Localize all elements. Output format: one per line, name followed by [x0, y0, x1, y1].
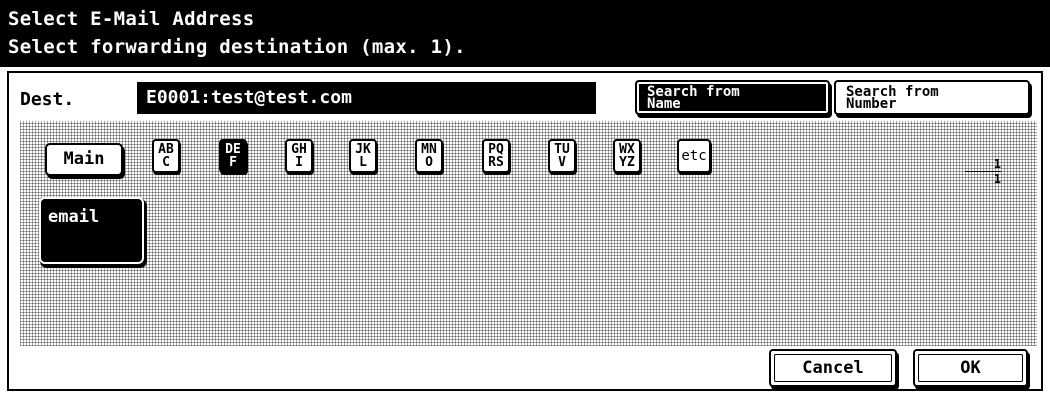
index-key-pqrs-bottom: RS [488, 155, 504, 170]
index-key-jkl-bottom: L [359, 155, 367, 170]
index-key-jkl[interactable]: JK L [349, 139, 377, 173]
index-key-wxyz-bottom: YZ [619, 155, 635, 170]
dest-field[interactable]: E0001:test@test.com [137, 82, 596, 114]
index-main-button[interactable]: Main [45, 143, 123, 176]
page-total: 1 [993, 172, 1001, 186]
index-key-tuv[interactable]: TU V [548, 139, 576, 173]
address-entry-email[interactable]: email [41, 199, 142, 262]
index-key-def[interactable]: DE F [219, 139, 247, 173]
page-indicator: 1 1 [965, 157, 1001, 186]
index-key-etc[interactable]: etc [677, 139, 711, 173]
dialog-title: Select E-Mail Address [8, 8, 255, 30]
index-key-pqrs[interactable]: PQ RS [482, 139, 510, 173]
ok-button[interactable]: OK [913, 349, 1028, 387]
cancel-button[interactable]: Cancel [769, 349, 897, 387]
title-bar: Select E-Mail Address Select forwarding … [0, 0, 1050, 67]
dialog-instruction: Select forwarding destination (max. 1). [8, 36, 466, 58]
index-key-ghi[interactable]: GH I [285, 139, 313, 173]
index-key-mno[interactable]: MN O [415, 139, 443, 173]
index-key-abc-bottom: C [162, 155, 170, 170]
page-current: 1 [965, 157, 1001, 172]
index-key-ghi-bottom: I [295, 155, 303, 170]
search-from-name-button[interactable]: Search from Name [635, 80, 830, 115]
index-key-mno-bottom: O [425, 155, 433, 170]
search-from-number-button[interactable]: Search from Number [834, 80, 1030, 115]
dest-label: Dest. [20, 89, 75, 110]
index-key-def-bottom: F [229, 155, 237, 170]
index-key-tuv-bottom: V [558, 155, 566, 170]
index-key-wxyz[interactable]: WX YZ [613, 139, 641, 173]
index-key-abc[interactable]: AB C [152, 139, 180, 173]
